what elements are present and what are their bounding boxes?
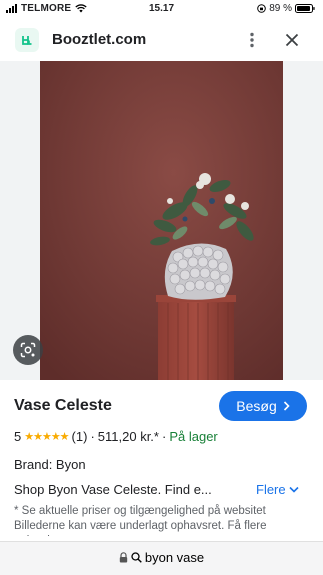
url-bar-content: byon vase bbox=[0, 550, 323, 565]
visit-button-label: Besøg bbox=[236, 398, 277, 414]
lock-icon bbox=[119, 552, 128, 563]
battery-icon bbox=[295, 4, 315, 13]
stock-status: På lager bbox=[169, 429, 218, 444]
chevron-down-icon bbox=[289, 486, 299, 493]
google-lens-button[interactable] bbox=[13, 335, 43, 365]
more-toggle[interactable]: Flere bbox=[256, 482, 299, 497]
more-options-button[interactable] bbox=[240, 28, 264, 52]
disclaimer-text: * Se aktuelle priser og tilgængelighed p… bbox=[14, 505, 267, 536]
search-query: byon vase bbox=[144, 550, 205, 565]
review-count: (1) bbox=[71, 429, 88, 444]
close-button[interactable] bbox=[280, 28, 304, 52]
booztlet-logo-icon bbox=[15, 28, 39, 52]
search-icon bbox=[131, 552, 142, 563]
chevron-right-icon bbox=[283, 401, 290, 411]
vertical-dots-icon bbox=[250, 32, 254, 48]
description-row: Shop Byon Vase Celeste. Find e... Flere bbox=[14, 482, 314, 500]
rating-value: 5 bbox=[14, 429, 22, 444]
battery-percent: 89 % bbox=[269, 3, 292, 14]
description-text: Shop Byon Vase Celeste. Find e... bbox=[14, 482, 212, 497]
visit-button[interactable]: Besøg bbox=[219, 391, 307, 421]
product-image[interactable] bbox=[40, 61, 283, 380]
price: 511,20 kr.* bbox=[97, 429, 159, 444]
site-name[interactable]: Booztlet.com bbox=[52, 31, 146, 48]
url-bar[interactable]: byon vase bbox=[0, 541, 323, 575]
image-preview-area bbox=[0, 61, 323, 380]
star-rating-icon: ★★★★★ bbox=[24, 431, 69, 443]
close-icon bbox=[285, 33, 299, 47]
orientation-lock-icon bbox=[257, 4, 267, 13]
status-right: 89 % bbox=[257, 3, 315, 14]
more-label: Flere bbox=[256, 482, 286, 497]
separator-dot: · bbox=[161, 429, 167, 444]
separator-dot: · bbox=[90, 429, 95, 444]
status-bar: TELMORE 15.17 89 % bbox=[0, 0, 323, 18]
product-title[interactable]: Vase Celeste bbox=[14, 397, 112, 415]
result-header: Booztlet.com bbox=[0, 20, 323, 60]
rating-row: 5 ★★★★★ (1) · 511,20 kr.* · På lager bbox=[14, 429, 218, 444]
brand-label: Brand: Byon bbox=[14, 457, 86, 472]
lens-icon bbox=[20, 342, 36, 358]
